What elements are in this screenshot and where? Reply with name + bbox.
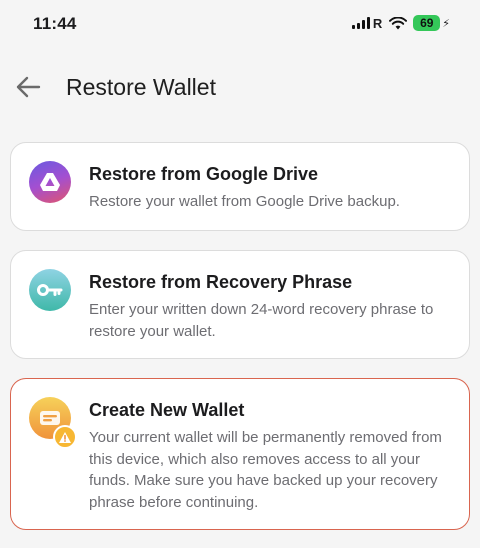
- status-time: 11:44: [33, 14, 77, 33]
- status-bar: 11:44 R 69 ⚡: [0, 0, 480, 46]
- status-icons: R 69 ⚡: [351, 14, 450, 32]
- roaming-indicator: R: [372, 15, 383, 31]
- signal-icon: [351, 17, 370, 29]
- back-button[interactable]: [13, 72, 43, 102]
- header: Restore Wallet: [0, 62, 480, 114]
- google-drive-icon: [29, 161, 71, 203]
- warning-icon: [53, 425, 77, 449]
- key-icon: [29, 269, 71, 311]
- option-description: Enter your written down 24-word recovery…: [89, 301, 434, 340]
- battery-icon: 69: [413, 15, 441, 31]
- create-new-wallet-option[interactable]: Create New Wallet Your current wallet wi…: [10, 378, 470, 530]
- restore-google-drive-option[interactable]: Restore from Google Drive Restore your w…: [10, 142, 470, 231]
- restore-recovery-phrase-option[interactable]: Restore from Recovery Phrase Enter your …: [10, 250, 470, 359]
- back-arrow-icon: [16, 76, 41, 98]
- charging-bolt-icon: ⚡: [442, 17, 450, 30]
- page-title: Restore Wallet: [66, 74, 216, 100]
- wifi-icon: [389, 16, 408, 29]
- option-description: Restore your wallet from Google Drive ba…: [89, 193, 400, 210]
- option-title: Restore from Recovery Phrase: [89, 272, 353, 292]
- option-title: Restore from Google Drive: [89, 164, 319, 184]
- option-title: Create New Wallet: [89, 400, 245, 420]
- battery-level: 69: [420, 16, 434, 30]
- option-description: Your current wallet will be permanently …: [89, 429, 442, 511]
